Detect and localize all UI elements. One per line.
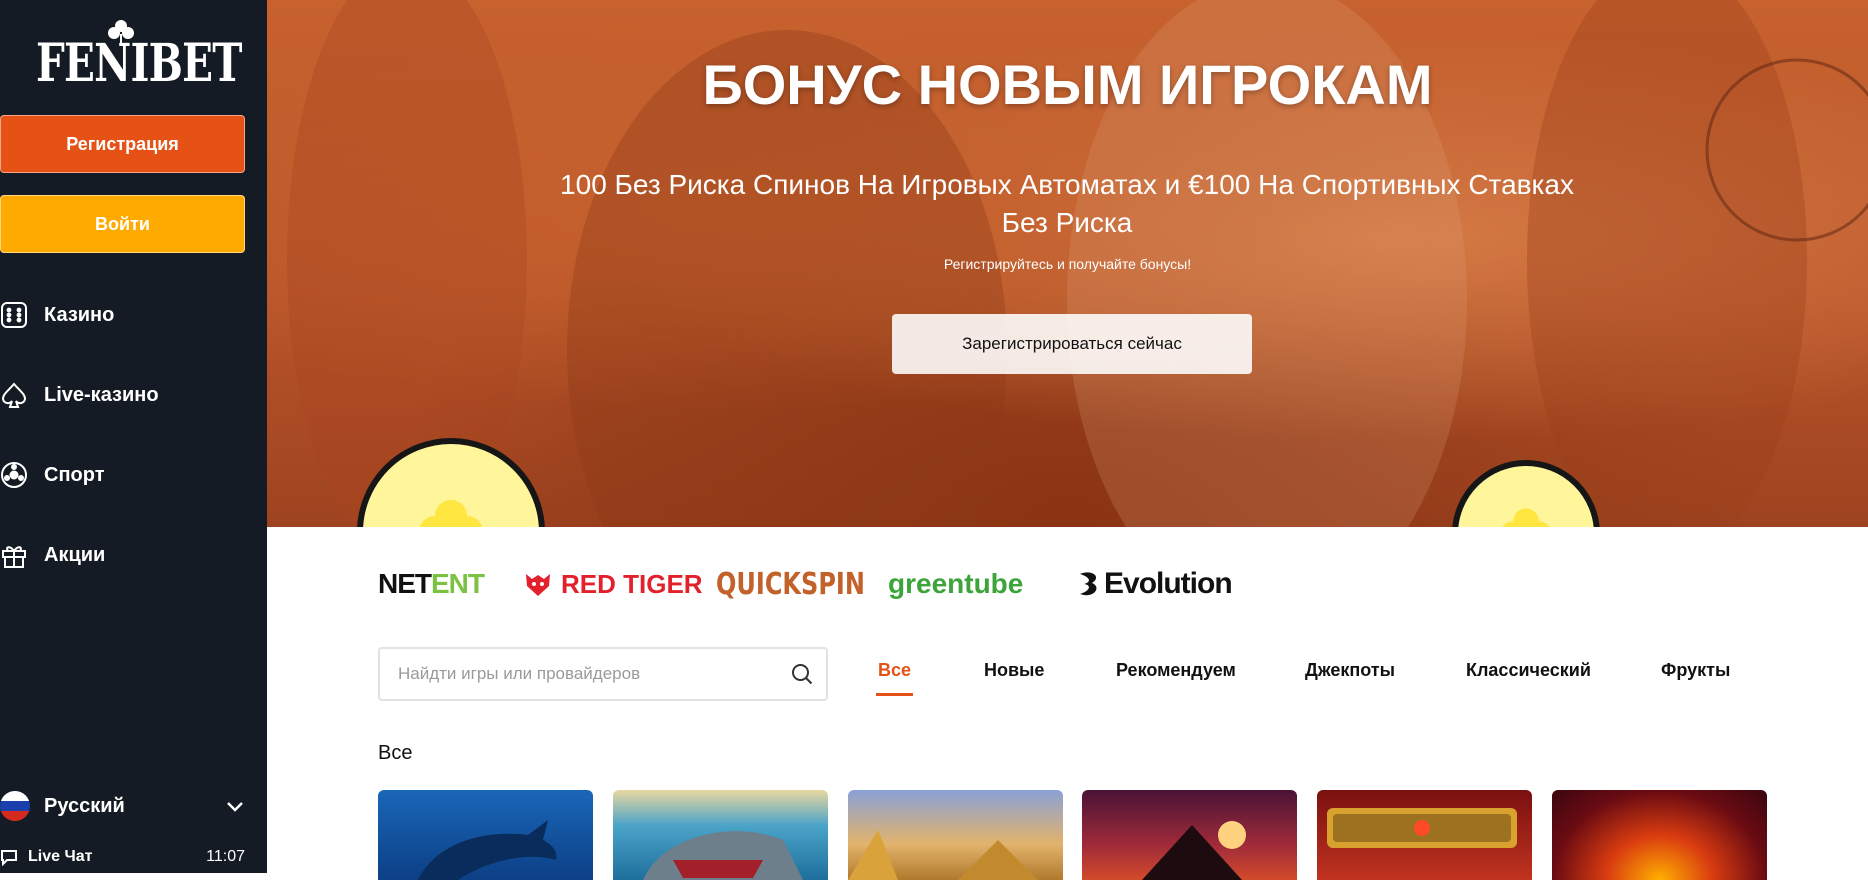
search-input[interactable] <box>380 649 790 699</box>
sidebar-item-label: Казино <box>44 303 115 326</box>
tab-classic[interactable]: Классический <box>1466 660 1591 692</box>
tiger-icon <box>526 574 550 596</box>
logo-text: FENIBET <box>36 33 242 94</box>
provider-red-tiger[interactable]: RED TIGER <box>523 560 703 608</box>
sunset-artwork <box>1142 821 1246 880</box>
game-tile[interactable] <box>848 790 1063 880</box>
dolphin-artwork <box>418 820 557 880</box>
tab-new[interactable]: Новые <box>984 660 1044 692</box>
hero-caption: Регистрируйтесь и получайте бонусы! <box>943 256 1192 272</box>
game-tile[interactable] <box>613 790 828 880</box>
game-tile[interactable] <box>378 790 593 880</box>
chat-icon <box>1 850 17 866</box>
sidebar-item-live-casino[interactable]: Live-казино <box>0 375 245 415</box>
provider-netent[interactable]: NET ENT <box>378 560 485 608</box>
pyramid-artwork <box>848 830 1038 880</box>
tab-all[interactable]: Все <box>875 660 914 696</box>
football-icon <box>1 462 27 488</box>
game-tile[interactable] <box>1082 790 1297 880</box>
clock-time: 11:07 <box>206 848 245 865</box>
sidebar-item-label: Live-казино <box>44 383 159 406</box>
tab-fruits[interactable]: Фрукты <box>1661 660 1730 692</box>
live-chat[interactable]: Live Чат 11:07 <box>0 846 245 868</box>
login-button[interactable]: Войти <box>0 195 245 253</box>
sidebar-item-label: Акции <box>44 543 106 566</box>
sidebar-item-casino[interactable]: Казино <box>0 295 245 335</box>
netent-logo-text: NET <box>378 568 432 599</box>
shark-artwork <box>643 831 803 880</box>
hero-subtitle: 100 Без Риска Спинов На Игровых Автомата… <box>560 169 1574 238</box>
book-of-ra-artwork <box>1327 808 1517 848</box>
language-label: Русский <box>44 794 125 817</box>
dice-icon <box>1 302 27 328</box>
register-now-button[interactable]: Зарегистрироваться сейчас <box>892 314 1252 374</box>
game-tile[interactable] <box>1552 790 1767 880</box>
tab-jackpots[interactable]: Джекпоты <box>1305 660 1395 692</box>
sidebar-item-label: Спорт <box>44 463 105 486</box>
language-selector[interactable]: Русский <box>0 788 245 824</box>
provider-evolution[interactable]: Evolution <box>1078 560 1233 608</box>
netent-logo-text-accent: ENT <box>431 568 485 599</box>
search-icon[interactable] <box>790 662 814 686</box>
spade-icon <box>1 382 27 408</box>
evolution-icon <box>1080 572 1097 596</box>
provider-greentube[interactable]: greentube <box>888 560 1023 608</box>
live-chat-label: Live Чат <box>28 848 93 865</box>
chevron-down-icon <box>227 802 243 812</box>
russia-flag-icon <box>0 791 30 821</box>
hero-title: БОНУС НОВЫМ ИГРОКАМ <box>702 53 1433 116</box>
register-button[interactable]: Регистрация <box>0 115 245 173</box>
sidebar: FENIBET Регистрация Войти Казино Live-ка… <box>0 0 267 873</box>
red-tiger-logo-text: RED TIGER <box>561 568 703 599</box>
provider-logos: NET ENT RED TIGER QUICKSPIN greentube Evo… <box>378 560 1278 608</box>
provider-quickspin[interactable]: QUICKSPIN <box>716 560 865 608</box>
hero-banner: БОНУС НОВЫМ ИГРОКАМ 100 Без Риска Спинов… <box>267 0 1868 527</box>
sidebar-item-promotions[interactable]: Акции <box>0 535 245 575</box>
tab-recommended[interactable]: Рекомендуем <box>1116 660 1236 692</box>
game-search-box <box>378 647 828 701</box>
fenibet-logo[interactable]: FENIBET <box>36 18 242 90</box>
sidebar-item-sport[interactable]: Спорт <box>0 455 245 495</box>
gift-icon <box>2 546 26 568</box>
game-tile[interactable] <box>1317 790 1532 880</box>
evolution-logo-text: Evolution <box>1104 567 1233 600</box>
section-title: Все <box>378 742 413 764</box>
